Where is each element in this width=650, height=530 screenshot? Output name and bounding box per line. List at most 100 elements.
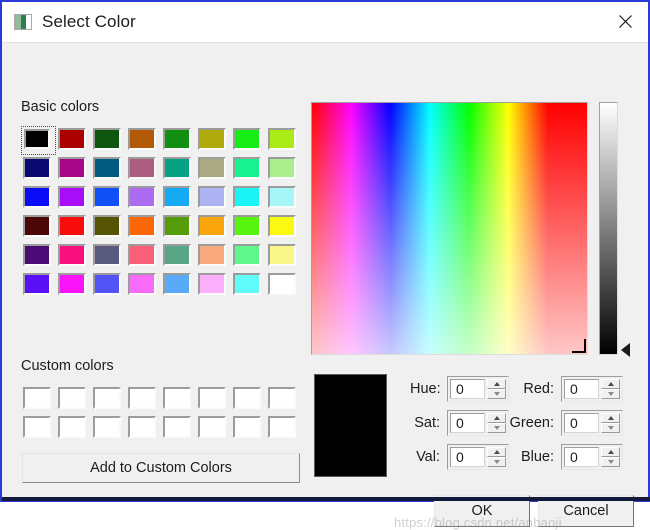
custom-color-swatch[interactable] bbox=[91, 385, 126, 414]
custom-color-swatch[interactable] bbox=[56, 414, 91, 443]
val-input[interactable]: 0 bbox=[450, 447, 485, 467]
basic-color-swatch[interactable] bbox=[231, 271, 266, 300]
hue-stepper[interactable] bbox=[487, 379, 506, 399]
basic-color-swatch[interactable] bbox=[56, 184, 91, 213]
custom-color-swatch[interactable] bbox=[266, 414, 301, 443]
basic-color-swatch[interactable] bbox=[91, 242, 126, 271]
basic-color-swatch[interactable] bbox=[161, 155, 196, 184]
custom-color-swatch[interactable] bbox=[231, 414, 266, 443]
value-slider[interactable] bbox=[599, 102, 618, 355]
custom-color-swatch[interactable] bbox=[126, 414, 161, 443]
basic-color-swatch[interactable] bbox=[266, 184, 301, 213]
basic-color-swatch[interactable] bbox=[231, 126, 266, 155]
blue-stepper[interactable] bbox=[601, 447, 620, 467]
basic-color-swatch[interactable] bbox=[56, 155, 91, 184]
sat-step-down-button[interactable] bbox=[487, 423, 506, 433]
green-spinbox[interactable]: 0 bbox=[561, 410, 623, 436]
basic-color-swatch[interactable] bbox=[56, 213, 91, 242]
custom-colors-grid[interactable] bbox=[21, 385, 301, 443]
basic-color-swatch[interactable] bbox=[161, 213, 196, 242]
basic-color-swatch[interactable] bbox=[196, 271, 231, 300]
sat-spinbox[interactable]: 0 bbox=[447, 410, 509, 436]
sat-step-up-button[interactable] bbox=[487, 413, 506, 423]
red-input[interactable]: 0 bbox=[564, 379, 599, 399]
basic-color-swatch[interactable] bbox=[126, 213, 161, 242]
basic-color-swatch[interactable] bbox=[161, 126, 196, 155]
basic-color-swatch[interactable] bbox=[231, 184, 266, 213]
basic-color-swatch[interactable] bbox=[91, 271, 126, 300]
val-step-down-button[interactable] bbox=[487, 457, 506, 467]
custom-color-swatch[interactable] bbox=[56, 385, 91, 414]
basic-color-swatch[interactable] bbox=[21, 213, 56, 242]
custom-color-swatch[interactable] bbox=[126, 385, 161, 414]
custom-color-swatch[interactable] bbox=[196, 414, 231, 443]
basic-color-swatch[interactable] bbox=[56, 126, 91, 155]
val-step-up-button[interactable] bbox=[487, 447, 506, 457]
basic-color-swatch[interactable] bbox=[56, 242, 91, 271]
red-spinbox[interactable]: 0 bbox=[561, 376, 623, 402]
add-to-custom-colors-button[interactable]: Add to Custom Colors bbox=[22, 453, 300, 483]
basic-color-swatch[interactable] bbox=[126, 242, 161, 271]
basic-color-swatch[interactable] bbox=[126, 155, 161, 184]
custom-color-swatch[interactable] bbox=[196, 385, 231, 414]
blue-spinbox[interactable]: 0 bbox=[561, 444, 623, 470]
red-step-down-button[interactable] bbox=[601, 389, 620, 399]
custom-color-swatch[interactable] bbox=[161, 414, 196, 443]
basic-color-swatch[interactable] bbox=[21, 271, 56, 300]
basic-color-swatch[interactable] bbox=[196, 242, 231, 271]
val-spinbox[interactable]: 0 bbox=[447, 444, 509, 470]
hue-saturation-field[interactable] bbox=[311, 102, 588, 355]
basic-color-swatch[interactable] bbox=[266, 126, 301, 155]
basic-color-swatch[interactable] bbox=[266, 271, 301, 300]
basic-color-swatch[interactable] bbox=[126, 126, 161, 155]
basic-color-swatch[interactable] bbox=[196, 126, 231, 155]
red-stepper[interactable] bbox=[601, 379, 620, 399]
color-field-cursor[interactable] bbox=[572, 339, 586, 353]
basic-color-swatch[interactable] bbox=[196, 184, 231, 213]
hue-step-up-button[interactable] bbox=[487, 379, 506, 389]
basic-color-swatch[interactable] bbox=[56, 271, 91, 300]
blue-step-down-button[interactable] bbox=[601, 457, 620, 467]
basic-color-swatch[interactable] bbox=[21, 155, 56, 184]
basic-color-swatch[interactable] bbox=[126, 184, 161, 213]
basic-color-swatch[interactable] bbox=[231, 213, 266, 242]
custom-color-swatch[interactable] bbox=[21, 385, 56, 414]
custom-color-swatch[interactable] bbox=[161, 385, 196, 414]
green-input[interactable]: 0 bbox=[564, 413, 599, 433]
basic-color-swatch[interactable] bbox=[266, 242, 301, 271]
basic-color-swatch[interactable] bbox=[196, 213, 231, 242]
custom-color-swatch[interactable] bbox=[266, 385, 301, 414]
basic-color-swatch[interactable] bbox=[21, 184, 56, 213]
basic-colors-grid[interactable] bbox=[21, 126, 301, 300]
custom-color-swatch[interactable] bbox=[21, 414, 56, 443]
basic-color-swatch[interactable] bbox=[161, 184, 196, 213]
basic-color-swatch[interactable] bbox=[231, 155, 266, 184]
basic-color-swatch[interactable] bbox=[21, 242, 56, 271]
blue-input[interactable]: 0 bbox=[564, 447, 599, 467]
red-step-up-button[interactable] bbox=[601, 379, 620, 389]
sat-input[interactable]: 0 bbox=[450, 413, 485, 433]
basic-color-swatch[interactable] bbox=[231, 242, 266, 271]
hue-step-down-button[interactable] bbox=[487, 389, 506, 399]
basic-color-swatch[interactable] bbox=[161, 271, 196, 300]
blue-step-up-button[interactable] bbox=[601, 447, 620, 457]
green-step-down-button[interactable] bbox=[601, 423, 620, 433]
basic-color-swatch[interactable] bbox=[161, 242, 196, 271]
close-button[interactable] bbox=[602, 2, 648, 41]
basic-color-swatch[interactable] bbox=[91, 213, 126, 242]
basic-color-swatch[interactable] bbox=[196, 155, 231, 184]
hue-input[interactable]: 0 bbox=[450, 379, 485, 399]
basic-color-swatch[interactable] bbox=[126, 271, 161, 300]
green-stepper[interactable] bbox=[601, 413, 620, 433]
hue-spinbox[interactable]: 0 bbox=[447, 376, 509, 402]
val-stepper[interactable] bbox=[487, 447, 506, 467]
basic-color-swatch[interactable] bbox=[91, 126, 126, 155]
basic-color-swatch[interactable] bbox=[21, 126, 56, 155]
basic-color-swatch[interactable] bbox=[91, 184, 126, 213]
custom-color-swatch[interactable] bbox=[91, 414, 126, 443]
sat-stepper[interactable] bbox=[487, 413, 506, 433]
basic-color-swatch[interactable] bbox=[266, 155, 301, 184]
basic-color-swatch[interactable] bbox=[266, 213, 301, 242]
basic-color-swatch[interactable] bbox=[91, 155, 126, 184]
green-step-up-button[interactable] bbox=[601, 413, 620, 423]
